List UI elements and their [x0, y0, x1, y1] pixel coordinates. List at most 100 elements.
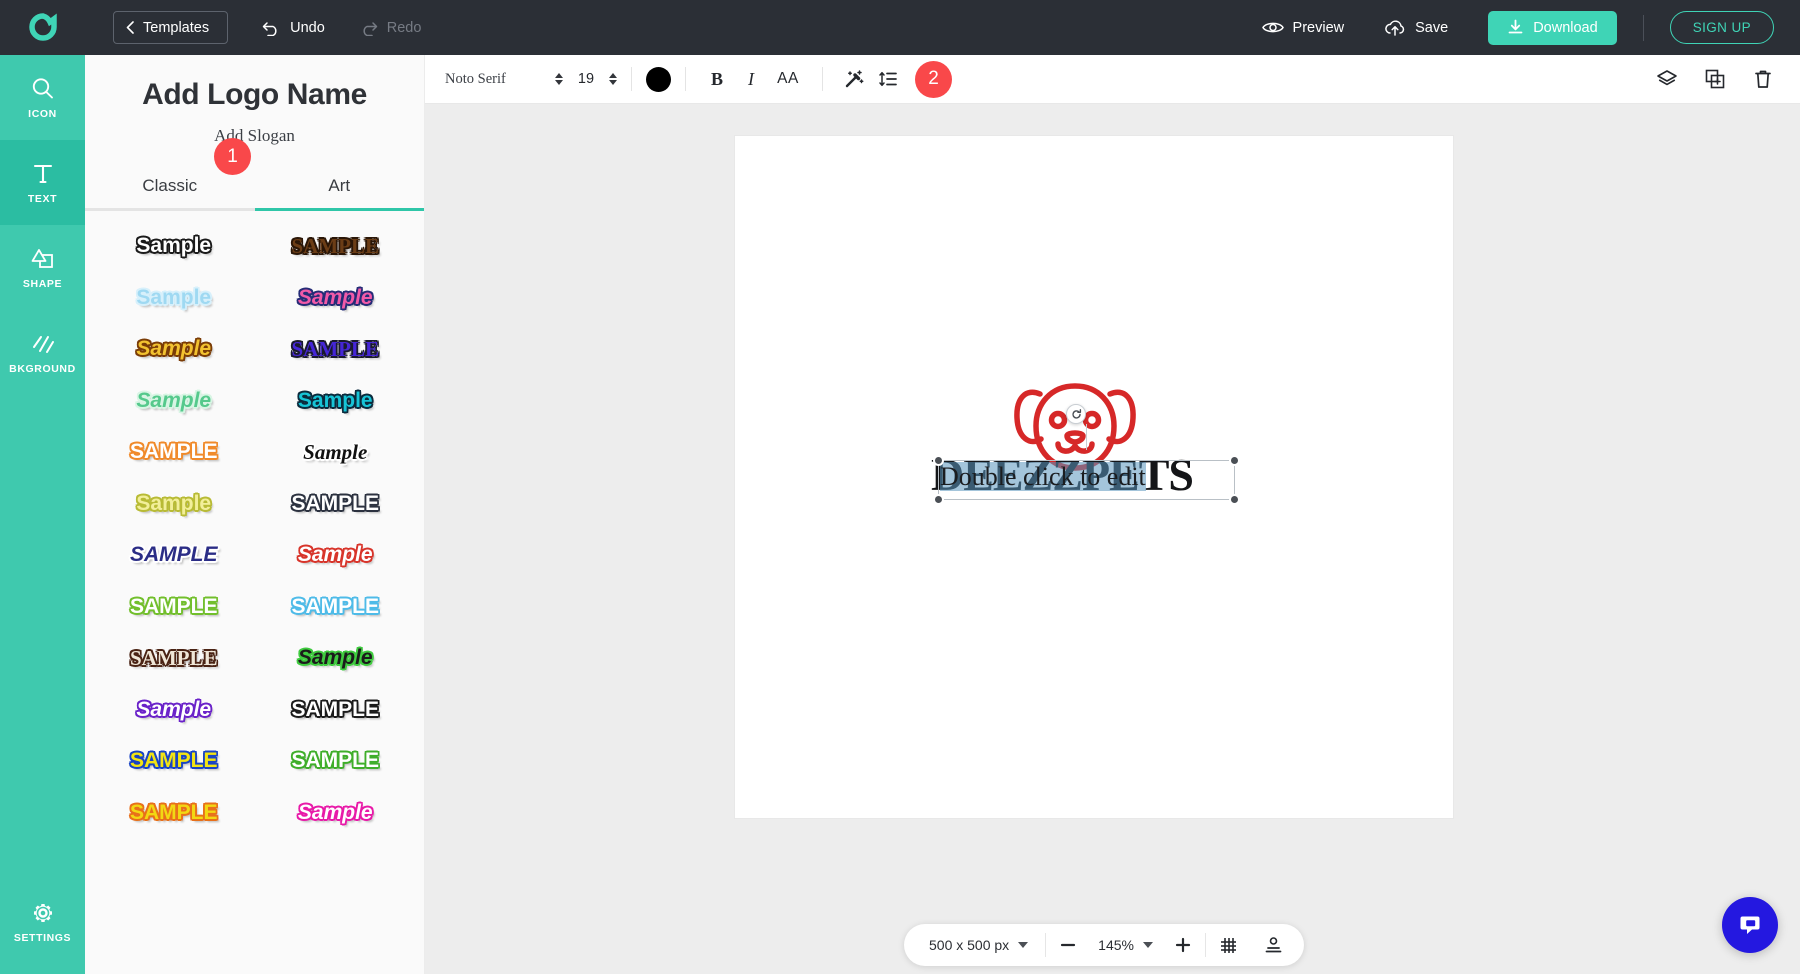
- text-color-swatch[interactable]: [646, 67, 671, 92]
- search-icon: [30, 76, 56, 102]
- text-style-option[interactable]: Sample: [93, 684, 255, 736]
- zoom-in-button[interactable]: [1161, 936, 1205, 954]
- app-logo[interactable]: [0, 13, 85, 43]
- annotation-badge-2: 2: [915, 61, 952, 98]
- text-style-option[interactable]: SAMPLE: [93, 787, 255, 839]
- text-style-option[interactable]: Sample: [93, 375, 255, 427]
- text-style-option[interactable]: SAMPLE: [93, 736, 255, 788]
- text-style-sample: SAMPLE: [291, 492, 379, 516]
- download-button[interactable]: Download: [1488, 11, 1617, 45]
- letter-case-button[interactable]: AA: [768, 70, 808, 88]
- rotate-handle[interactable]: [1066, 404, 1086, 424]
- grid-toggle-button[interactable]: [1206, 936, 1251, 955]
- text-style-option[interactable]: SAMPLE: [93, 633, 255, 685]
- sidebar-item-icon[interactable]: ICON: [0, 55, 85, 140]
- text-style-option[interactable]: Sample: [93, 324, 255, 376]
- undo-button[interactable]: Undo: [262, 20, 325, 36]
- delete-button[interactable]: [1752, 68, 1774, 90]
- text-style-option[interactable]: Sample: [255, 272, 417, 324]
- chevron-up-icon: [609, 73, 617, 78]
- cloud-upload-icon: [1384, 19, 1406, 37]
- text-style-option[interactable]: SAMPLE: [93, 530, 255, 582]
- text-style-option[interactable]: SAMPLE: [255, 684, 417, 736]
- selection-bounding-box[interactable]: [938, 460, 1235, 500]
- text-style-option[interactable]: SAMPLE: [255, 324, 417, 376]
- panel-logo-name[interactable]: Add Logo Name: [85, 78, 424, 112]
- redo-button[interactable]: Redo: [359, 20, 422, 36]
- text-style-option[interactable]: SAMPLE: [255, 581, 417, 633]
- panel-tabs-underline: [85, 208, 424, 211]
- bold-button[interactable]: B: [700, 69, 734, 90]
- text-style-grid: SampleSAMPLESampleSampleSampleSAMPLESamp…: [85, 211, 424, 839]
- text-style-option[interactable]: SAMPLE: [93, 581, 255, 633]
- undo-label: Undo: [290, 20, 325, 36]
- align-button[interactable]: [1251, 936, 1296, 955]
- toolbar-divider: [631, 67, 632, 91]
- sidebar-item-shape[interactable]: SHAPE: [0, 225, 85, 310]
- sidebar-item-settings[interactable]: SETTINGS: [0, 879, 85, 964]
- resize-handle-top-right[interactable]: [1229, 455, 1240, 466]
- canvas-stage[interactable]: DEEZZPETS Double click to edit: [425, 104, 1800, 974]
- toolbar-divider: [822, 67, 823, 91]
- zoom-level-label: 145%: [1098, 937, 1134, 953]
- tab-art[interactable]: Art: [255, 176, 425, 208]
- text-style-option[interactable]: SAMPLE: [255, 478, 417, 530]
- chevron-down-icon: [1143, 942, 1153, 948]
- canvas-bottom-bar: 500 x 500 px 145%: [904, 924, 1304, 966]
- text-style-option[interactable]: Sample: [93, 221, 255, 273]
- magic-wand-icon: [844, 69, 864, 89]
- signup-label: SIGN UP: [1693, 20, 1751, 35]
- zoom-out-button[interactable]: [1046, 936, 1090, 954]
- tab-classic[interactable]: Classic: [85, 176, 255, 208]
- chevron-down-icon: [555, 80, 563, 85]
- rail-bottom-group: SETTINGS: [0, 879, 85, 964]
- chat-widget-button[interactable]: [1722, 897, 1778, 953]
- text-style-option[interactable]: Sample: [255, 787, 417, 839]
- text-style-sample: Sample: [136, 389, 211, 413]
- text-style-option[interactable]: SAMPLE: [255, 736, 417, 788]
- tab-underline-art: [255, 208, 425, 211]
- font-size-input[interactable]: 19: [563, 71, 609, 87]
- text-style-sample: SAMPLE: [291, 595, 379, 619]
- font-family-spinner[interactable]: [555, 73, 563, 85]
- line-spacing-button[interactable]: [871, 69, 905, 89]
- text-style-sample: Sample: [136, 286, 211, 310]
- templates-button[interactable]: Templates: [113, 11, 228, 44]
- zoom-level-select[interactable]: 145%: [1090, 937, 1161, 953]
- text-style-option[interactable]: Sample: [93, 478, 255, 530]
- text-style-sample: SAMPLE: [291, 337, 379, 362]
- text-effects-button[interactable]: [837, 69, 871, 89]
- layers-button[interactable]: [1656, 68, 1678, 90]
- text-style-option[interactable]: Sample: [255, 530, 417, 582]
- signup-button[interactable]: SIGN UP: [1670, 11, 1774, 44]
- text-style-sample: Sample: [298, 286, 373, 310]
- canvas-size-select[interactable]: 500 x 500 px: [912, 937, 1045, 953]
- font-size-spinner[interactable]: [609, 73, 617, 85]
- plus-icon: [1174, 936, 1192, 954]
- resize-handle-bottom-right[interactable]: [1229, 494, 1240, 505]
- duplicate-button[interactable]: [1704, 68, 1726, 90]
- resize-handle-bottom-left[interactable]: [933, 494, 944, 505]
- panel-slogan[interactable]: Add Slogan: [85, 126, 424, 146]
- text-style-option[interactable]: SAMPLE: [93, 427, 255, 479]
- download-icon: [1507, 19, 1524, 36]
- text-style-sample: SAMPLE: [130, 749, 218, 773]
- text-styles-panel: Add Logo Name Add Slogan Classic Art 1 S…: [85, 55, 425, 974]
- preview-button[interactable]: Preview: [1262, 20, 1345, 36]
- resize-handle-top-left[interactable]: [933, 455, 944, 466]
- toolbar-right-actions: [1656, 68, 1800, 90]
- design-canvas[interactable]: DEEZZPETS Double click to edit: [735, 136, 1453, 818]
- sidebar-item-text[interactable]: TEXT: [0, 140, 85, 225]
- hatch-pattern-icon: [30, 331, 56, 357]
- text-style-option[interactable]: Sample: [93, 272, 255, 324]
- text-style-sample: SAMPLE: [291, 749, 379, 773]
- sidebar-item-text-label: TEXT: [28, 193, 57, 205]
- text-style-option[interactable]: Sample: [255, 375, 417, 427]
- save-button[interactable]: Save: [1384, 19, 1448, 37]
- font-family-select[interactable]: Noto Serif: [445, 71, 555, 88]
- text-style-option[interactable]: Sample: [255, 427, 417, 479]
- text-style-option[interactable]: Sample: [255, 633, 417, 685]
- sidebar-item-bkground[interactable]: BKGROUND: [0, 310, 85, 395]
- text-style-option[interactable]: SAMPLE: [255, 221, 417, 273]
- italic-button[interactable]: I: [734, 69, 768, 90]
